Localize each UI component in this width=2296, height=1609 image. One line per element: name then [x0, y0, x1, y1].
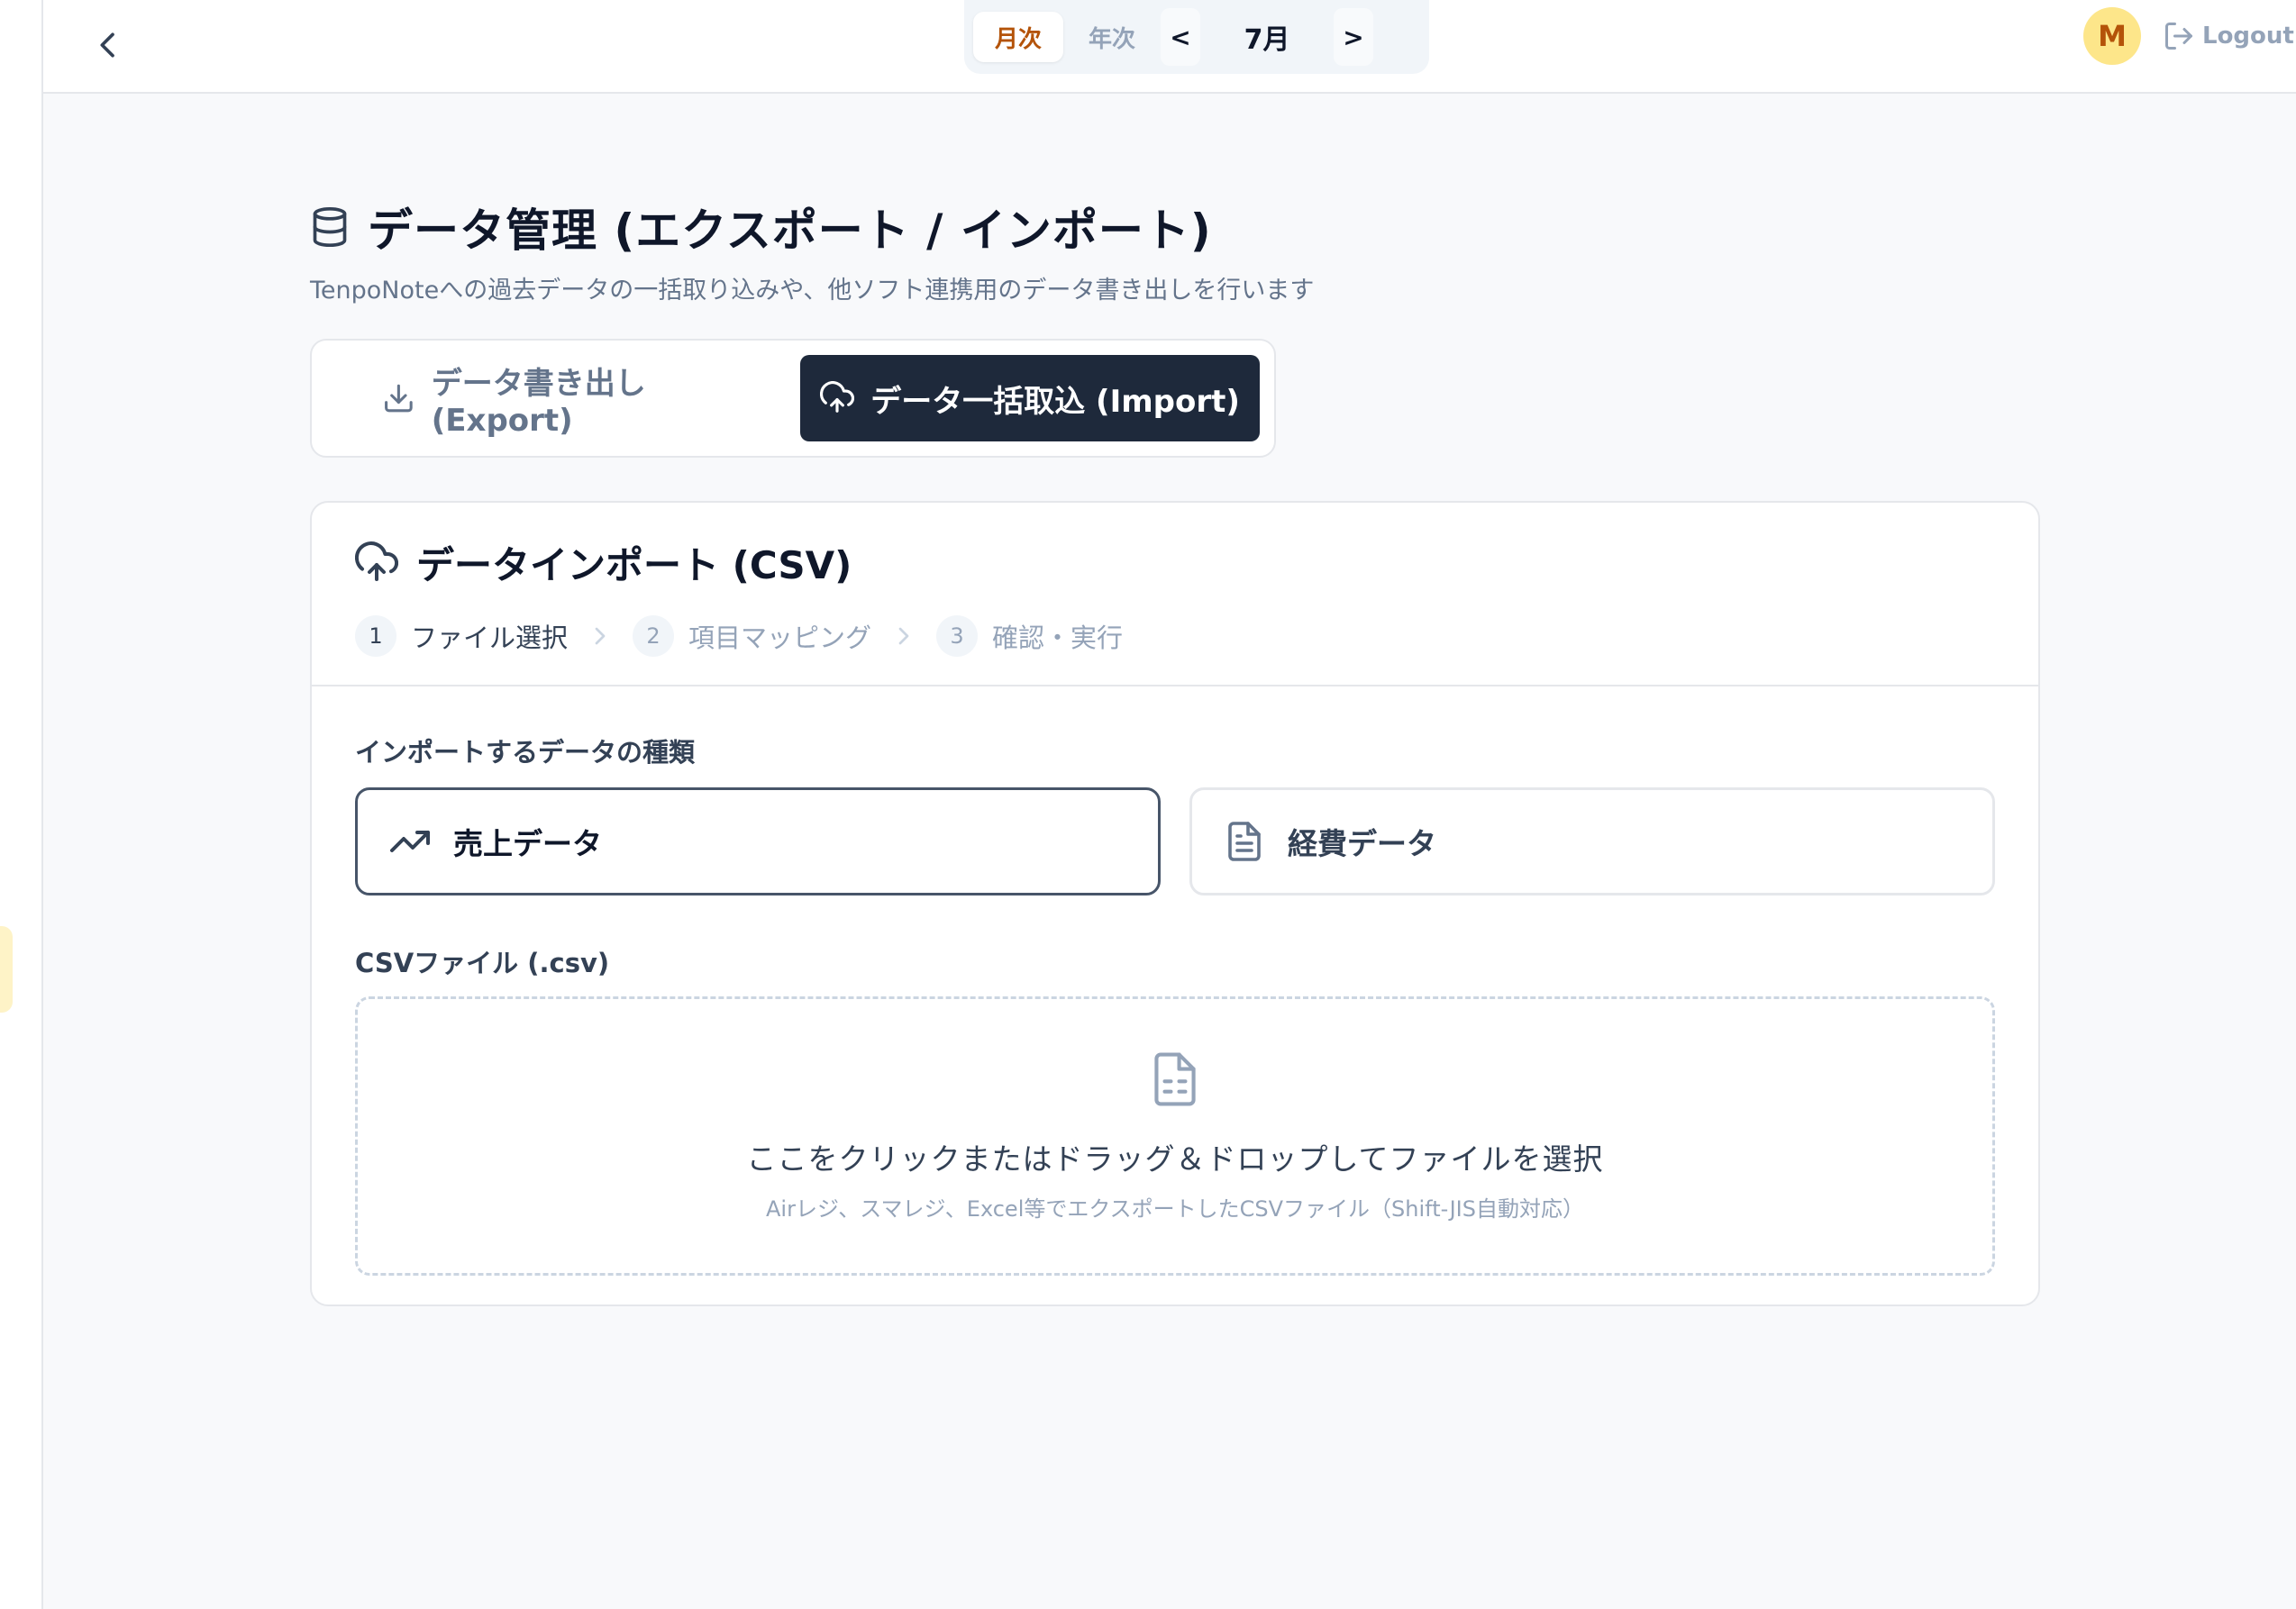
chevron-right-icon	[595, 627, 606, 645]
logout-icon	[2165, 23, 2192, 50]
top-bar: 月次 年次 < 7月 > M Logout	[43, 0, 2296, 94]
data-type-label: インポートするデータの種類	[355, 737, 696, 768]
mode-tabs: データ書き出し (Export) データ一括取込 (Import)	[310, 339, 1276, 458]
tab-import[interactable]: データ一括取込 (Import)	[800, 355, 1260, 441]
sidebar-toggle-tab[interactable]	[0, 926, 13, 1013]
import-card-body: インポートするデータの種類 売上データ 経費データ CSVファイル (.csv)…	[312, 686, 2038, 1276]
step-indicator: 1 ファイル選択 2 項目マッピング 3 確認・実行	[355, 615, 1995, 657]
tab-export-label: データ書き出し (Export)	[431, 365, 646, 439]
page-title: データ管理 (エクスポート / インポート)	[368, 205, 1212, 257]
period-yearly-button[interactable]: 年次	[1067, 12, 1157, 62]
file-spreadsheet-icon	[1154, 1052, 1196, 1105]
csv-dropzone[interactable]: ここをクリックまたはドラッグ＆ドロップしてファイルを選択 Airレジ、スマレジ、…	[355, 996, 1995, 1276]
file-text-icon	[1228, 822, 1261, 861]
trending-up-icon	[390, 831, 430, 852]
logout-label: Logout	[2202, 23, 2294, 50]
tab-import-label: データ一括取込 (Import)	[870, 383, 1240, 420]
card-title-row: データインポート (CSV)	[355, 535, 1995, 590]
dropzone-instruction: ここをクリックまたはドラッグ＆ドロップしてファイルを選択	[746, 1141, 1604, 1177]
left-rail	[0, 0, 43, 1609]
chevron-left-icon	[100, 32, 114, 58]
csv-file-label: CSVファイル (.csv)	[355, 948, 610, 978]
step-number: 1	[355, 615, 396, 657]
back-button[interactable]	[76, 13, 141, 77]
user-avatar[interactable]: M	[2083, 7, 2141, 65]
step-number: 3	[936, 615, 979, 657]
tab-export[interactable]: データ書き出し (Export)	[326, 355, 786, 441]
download-icon	[385, 384, 413, 413]
app-root: 月次 年次 < 7月 > M Logout データ管理 (エクスポート / イン…	[0, 0, 2296, 1609]
prev-month-button[interactable]: <	[1161, 8, 1201, 66]
import-card-header: データインポート (CSV) 1 ファイル選択 2 項目マッピング 3 確認・実…	[312, 503, 2038, 686]
chevron-right-icon	[898, 627, 909, 645]
step-number: 2	[633, 615, 675, 657]
cloud-upload-icon	[355, 541, 398, 581]
current-month-label: 7月	[1244, 24, 1290, 56]
step-3: 3 確認・実行	[936, 615, 1123, 657]
dropzone-hint: Airレジ、スマレジ、Excel等でエクスポートしたCSVファイル（Shift-…	[766, 1195, 1584, 1222]
database-icon	[313, 206, 347, 248]
data-type-sales-label: 売上データ	[453, 826, 602, 861]
next-month-button[interactable]: >	[1334, 8, 1374, 66]
period-switcher: 月次 年次 < 7月 >	[964, 0, 1429, 74]
page-subtitle: TenpoNoteへの過去データの一括取り込みや、他ソフト連携用のデータ書き出し…	[310, 277, 1315, 305]
step-1: 1 ファイル選択	[355, 615, 568, 657]
step-2: 2 項目マッピング	[633, 615, 871, 657]
import-card-title: データインポート (CSV)	[416, 543, 852, 587]
data-type-expense-option[interactable]: 経費データ	[1189, 787, 1995, 895]
period-monthly-button[interactable]: 月次	[973, 12, 1064, 62]
page-header: データ管理 (エクスポート / インポート) TenpoNoteへの過去データの…	[310, 195, 1572, 305]
page-title-row: データ管理 (エクスポート / インポート)	[310, 195, 1572, 259]
step-label: ファイル選択	[411, 623, 569, 653]
step-label: 項目マッピング	[688, 623, 872, 653]
data-type-sales-option[interactable]: 売上データ	[355, 787, 1161, 895]
cloud-upload-icon	[820, 381, 855, 413]
import-card: データインポート (CSV) 1 ファイル選択 2 項目マッピング 3 確認・実…	[310, 501, 2040, 1306]
data-type-options: 売上データ 経費データ	[355, 787, 1995, 895]
data-type-expense-label: 経費データ	[1288, 826, 1436, 861]
logout-button[interactable]: Logout	[2163, 16, 2294, 56]
step-label: 確認・実行	[992, 623, 1124, 653]
